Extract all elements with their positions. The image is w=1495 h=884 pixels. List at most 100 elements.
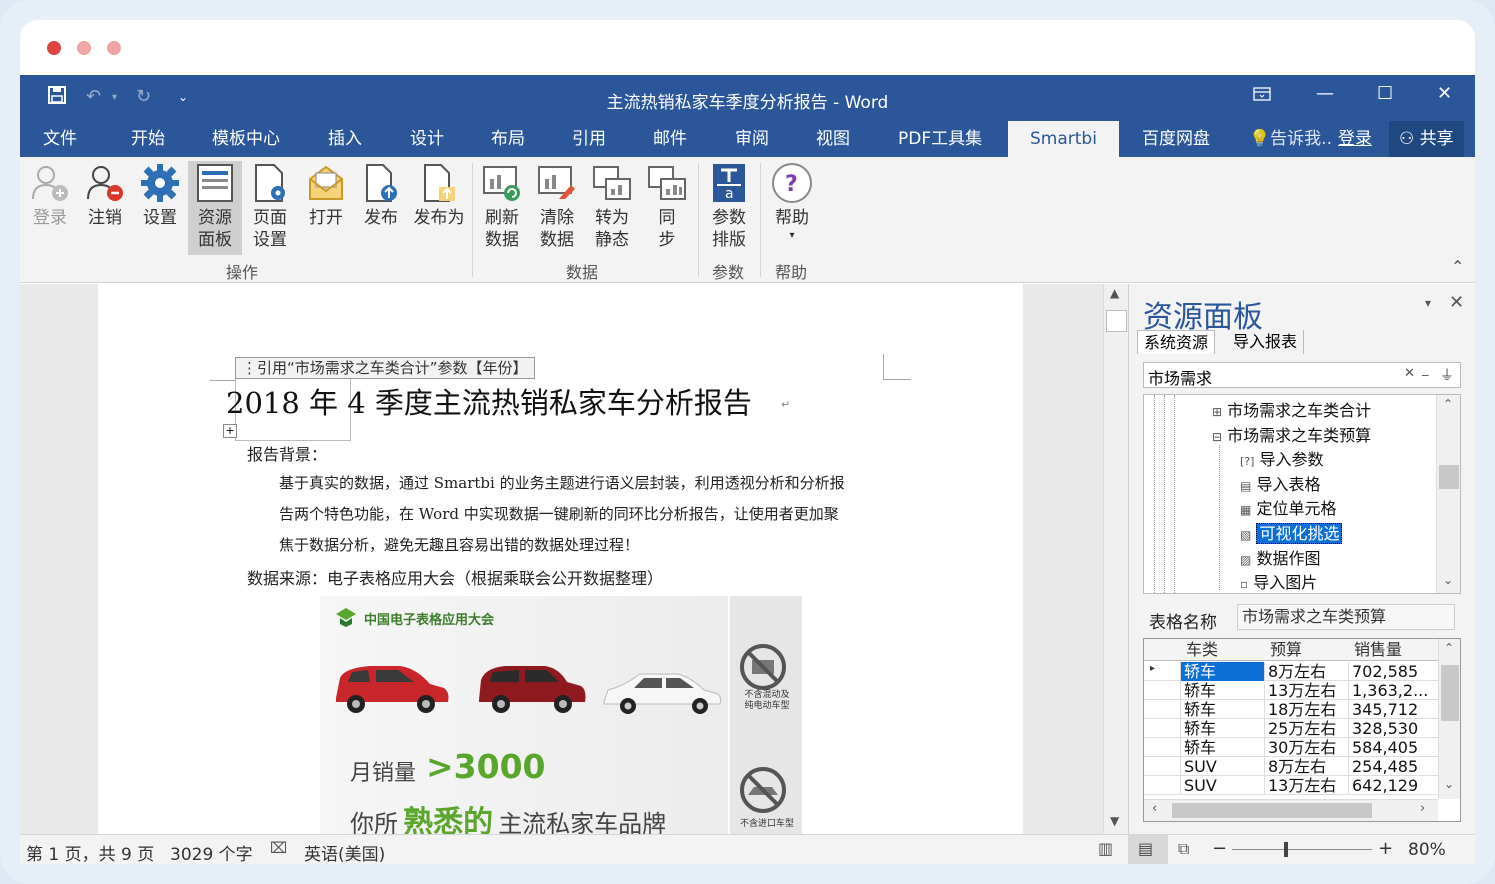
grid-cell[interactable]: 254,485 (1348, 757, 1430, 776)
grid-hscroll-thumb[interactable] (1172, 803, 1372, 818)
collapse-ribbon-icon[interactable]: ⌃ (1451, 257, 1464, 276)
tree-item-import-params[interactable]: [?] 导入参数 (1240, 446, 1324, 470)
grid-cell[interactable]: 轿车 (1180, 681, 1264, 700)
grid-header-cell[interactable]: 销售量 (1354, 640, 1402, 659)
grid-scroll-left-icon[interactable]: ‹ (1152, 801, 1157, 816)
grid-vscroll-thumb[interactable] (1441, 665, 1459, 721)
filter-icon[interactable]: ⏚ (1440, 365, 1454, 385)
zoom-in-icon[interactable]: + (1378, 838, 1393, 859)
close-icon[interactable]: ✕ (1437, 83, 1452, 104)
tab-layout[interactable]: 布局 (491, 127, 525, 157)
ribbon-display-icon[interactable] (1253, 86, 1271, 105)
tree-item-visual-pick[interactable]: ▧ 可视化挑选 (1240, 520, 1343, 544)
grid-hscrollbar[interactable]: ‹ › (1144, 799, 1438, 821)
tree-scroll-down-icon[interactable]: ⌄ (1443, 573, 1453, 587)
grid-cell[interactable]: 345,712 (1348, 700, 1430, 719)
table-move-handle-icon[interactable]: + (223, 424, 237, 438)
grid-cell[interactable]: 18万左右 (1264, 700, 1348, 719)
tree-item-market-demand-budget[interactable]: ⊟ 市场需求之车类预算 (1212, 422, 1371, 446)
grid-cell[interactable]: 8万左右 (1264, 662, 1348, 681)
maximize-icon[interactable]: ☐ (1377, 83, 1393, 104)
grid-cell[interactable]: 584,405 (1348, 738, 1430, 757)
tab-mailings[interactable]: 邮件 (653, 127, 687, 157)
tab-home[interactable]: 开始 (131, 127, 165, 157)
zoom-slider[interactable] (1232, 849, 1372, 850)
word-count[interactable]: 3029 个字 (170, 840, 253, 864)
language[interactable]: 英语(美国) (304, 840, 385, 864)
tab-insert[interactable]: 插入 (328, 127, 362, 157)
grid-cell[interactable]: 328,530 (1348, 719, 1430, 738)
scroll-up-icon[interactable]: ▲ (1110, 286, 1119, 300)
table-name-field[interactable]: 市场需求之车类预算 (1237, 604, 1455, 630)
tree-scrollbar[interactable]: ⌃ ⌄ (1436, 395, 1460, 593)
clear-search-icon[interactable]: ✕ (1404, 366, 1415, 381)
share-button[interactable]: ⚇ 共享 (1389, 121, 1464, 157)
tab-review[interactable]: 审阅 (735, 127, 769, 157)
print-layout-button[interactable]: ▤ (1128, 835, 1168, 864)
logout-button[interactable]: 注销 (78, 161, 132, 255)
grid-scroll-right-icon[interactable]: › (1420, 801, 1425, 816)
panel-options-icon[interactable]: ▾ (1425, 296, 1431, 310)
resource-search-input[interactable]: 市场需求 ✕ _ ⏚ (1143, 362, 1461, 388)
panel-close-icon[interactable]: ✕ (1449, 292, 1464, 313)
publish-as-button[interactable]: 发布为 (409, 161, 469, 255)
tab-design[interactable]: 设计 (410, 127, 444, 157)
page-count[interactable]: 第 1 页，共 9 页 (26, 840, 154, 864)
grid-cell[interactable]: 13万左右 (1264, 776, 1348, 795)
grid-header-cell[interactable]: 车类 (1186, 640, 1218, 659)
tab-references[interactable]: 引用 (572, 127, 606, 157)
tab-smartbi[interactable]: Smartbi (1008, 121, 1119, 157)
tree-scroll-thumb[interactable] (1439, 465, 1459, 489)
scroll-down-icon[interactable]: ▼ (1110, 814, 1119, 828)
grid-header-cell[interactable]: 预算 (1270, 640, 1302, 659)
tree-item-data-chart[interactable]: ▨ 数据作图 (1240, 545, 1320, 569)
grid-vscrollbar[interactable]: ⌃ ⌄ (1438, 639, 1460, 799)
minimize-icon[interactable]: — (1316, 83, 1334, 104)
scroll-thumb[interactable] (1106, 310, 1127, 332)
tree-scroll-up-icon[interactable]: ⌃ (1443, 397, 1453, 411)
grid-cell[interactable]: 25万左右 (1264, 719, 1348, 738)
grid-cell[interactable]: 轿车 (1180, 700, 1264, 719)
refresh-data-button[interactable]: 刷新 数据 (475, 161, 529, 255)
tree-item-market-demand-total[interactable]: ⊞ 市场需求之车类合计 (1212, 397, 1371, 421)
tab-file[interactable]: 文件 (43, 127, 77, 157)
tree-item-locate-cell[interactable]: ▦ 定位单元格 (1240, 495, 1336, 519)
tab-view[interactable]: 视图 (816, 127, 850, 157)
sync-button[interactable]: 同 步 (640, 161, 694, 255)
tab-import-reports[interactable]: 导入报表 (1227, 330, 1305, 354)
grid-cell[interactable]: SUV (1180, 776, 1264, 795)
grid-cell[interactable]: 702,585 (1348, 662, 1430, 681)
read-mode-icon[interactable]: ▥ (1098, 839, 1113, 858)
minimize-dot[interactable] (77, 41, 91, 55)
zoom-level[interactable]: 80% (1408, 840, 1446, 860)
tab-system-resources[interactable]: 系统资源 (1137, 330, 1216, 354)
help-button[interactable]: ? 帮助 ▾ (765, 161, 819, 255)
tree-item-import-table[interactable]: ▤ 导入表格 (1240, 471, 1320, 495)
open-button[interactable]: 打开 (299, 161, 353, 255)
grid-cell[interactable]: 1,363,2... (1348, 681, 1430, 700)
grid-cell[interactable]: 8万左右 (1264, 757, 1348, 776)
expand-icon[interactable]: ⊞ (1212, 405, 1222, 419)
grid-cell[interactable]: SUV (1180, 757, 1264, 776)
web-layout-icon[interactable]: ⧉ (1178, 839, 1189, 859)
publish-button[interactable]: 发布 (354, 161, 408, 255)
tab-baidu-netdisk[interactable]: 百度网盘 (1142, 127, 1210, 157)
zoom-dot[interactable] (107, 41, 121, 55)
page-setup-button[interactable]: 页面 设置 (243, 161, 297, 255)
zoom-slider-thumb[interactable] (1284, 842, 1288, 857)
zoom-out-icon[interactable]: − (1212, 838, 1227, 859)
resource-panel-button[interactable]: 资源 面板 (188, 161, 242, 255)
tab-pdf-tools[interactable]: PDF工具集 (898, 127, 982, 157)
grid-cell[interactable]: 642,129 (1348, 776, 1430, 795)
document-scrollbar[interactable]: ▲ ▼ (1103, 284, 1128, 834)
proofing-icon[interactable]: ⌧ (270, 839, 287, 857)
grid-cell[interactable]: 轿车 (1180, 738, 1264, 757)
to-static-button[interactable]: 转为 静态 (585, 161, 639, 255)
grid-cell[interactable]: 轿车 (1180, 662, 1264, 681)
grid-cell[interactable]: 轿车 (1180, 719, 1264, 738)
collapse-icon[interactable]: ⊟ (1212, 430, 1222, 444)
help-dropdown-icon[interactable]: ▾ (765, 229, 819, 243)
content-control-tag[interactable]: ⋮引用“市场需求之车类合计”参数【年份】 (235, 357, 535, 379)
tell-me-search[interactable]: 💡告诉我.. (1249, 127, 1332, 157)
tree-item-import-image[interactable]: ▫ 导入图片 (1240, 569, 1317, 593)
